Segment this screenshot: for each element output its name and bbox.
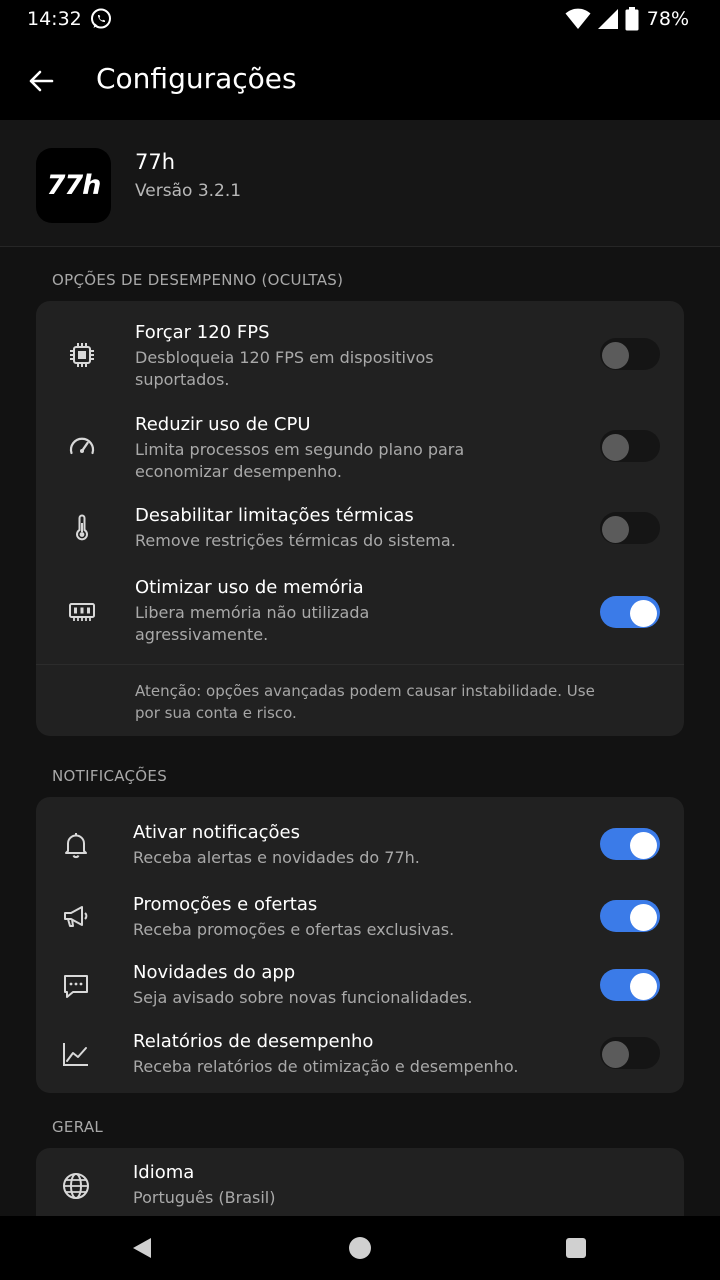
toggle-switch[interactable] [600, 430, 660, 462]
setting-description: Receba relatórios de otimização e desemp… [133, 1057, 519, 1076]
whatsapp-icon [91, 8, 111, 29]
speedometer-icon [69, 437, 95, 455]
nav-back-icon[interactable] [130, 1236, 154, 1260]
setting-description: Receba promoções e ofertas exclusivas. [133, 920, 455, 939]
toggle-switch[interactable] [600, 1037, 660, 1069]
megaphone-icon [64, 906, 88, 927]
battery-icon [625, 7, 639, 31]
setting-description: Libera memória não utilizada agressivame… [135, 603, 370, 644]
toggle-knob [630, 832, 657, 859]
setting-row-reduce-cpu[interactable]: Reduzir uso de CPU Limita processos em s… [36, 393, 684, 485]
memory-icon [69, 603, 95, 621]
toggle-switch[interactable] [600, 828, 660, 860]
divider [36, 664, 684, 665]
section-label-notifications: NOTIFICAÇÕES [52, 767, 168, 785]
section-label-general: GERAL [52, 1118, 104, 1136]
app-version: Versão 3.2.1 [135, 181, 242, 201]
setting-row-promotions[interactable]: Promoções e ofertas Receba promoções e o… [36, 875, 684, 945]
setting-title: Promoções e ofertas [133, 894, 318, 915]
toggle-switch[interactable] [600, 596, 660, 628]
toggle-knob [602, 516, 629, 543]
warning-text: Atenção: opções avançadas podem causar i… [135, 682, 595, 722]
setting-row-performance-reports[interactable]: Relatórios de desempenho Receba relatóri… [36, 1015, 684, 1093]
message-icon [64, 975, 88, 998]
cpu-chip-icon [70, 343, 94, 367]
status-time: 14:32 [27, 8, 82, 30]
globe-icon [63, 1173, 89, 1199]
arrow-left-icon[interactable] [26, 66, 56, 96]
setting-value: Português (Brasil) [133, 1188, 276, 1207]
setting-title: Ativar notificações [133, 822, 300, 843]
toggle-switch[interactable] [600, 900, 660, 932]
wifi-icon [565, 8, 591, 29]
setting-title: Relatórios de desempenho [133, 1031, 374, 1052]
setting-title: Forçar 120 FPS [135, 322, 270, 343]
toggle-knob [602, 434, 629, 461]
setting-title: Novidades do app [133, 962, 296, 983]
page-title: Configurações [96, 62, 297, 95]
nav-recents-icon[interactable] [566, 1238, 586, 1258]
setting-title: Idioma [133, 1162, 195, 1183]
nav-home-icon[interactable] [349, 1237, 371, 1259]
setting-row-language[interactable]: Idioma Português (Brasil) [36, 1148, 684, 1216]
app-logo: 77h [36, 148, 111, 223]
system-nav-bar [0, 1216, 720, 1280]
app-info-header: 77h 77h Versão 3.2.1 [0, 120, 720, 247]
setting-row-enable-notifications[interactable]: Ativar notificações Receba alertas e nov… [36, 797, 684, 875]
notifications-card: Ativar notificações Receba alertas e nov… [36, 797, 684, 1093]
setting-row-force-120fps[interactable]: Forçar 120 FPS Desbloqueia 120 FPS em di… [36, 301, 684, 393]
setting-title: Desabilitar limitações térmicas [135, 505, 414, 526]
setting-row-app-news[interactable]: Novidades do app Seja avisado sobre nova… [36, 945, 684, 1015]
status-icons: 78% [565, 7, 689, 31]
toggle-knob [602, 1041, 629, 1068]
battery-percent: 78% [646, 8, 689, 30]
chart-line-icon [63, 1043, 88, 1066]
setting-description: Receba alertas e novidades do 77h. [133, 848, 420, 867]
toggle-switch[interactable] [600, 512, 660, 544]
setting-title: Otimizar uso de memória [135, 577, 364, 598]
status-bar: 14:32 78% [0, 0, 720, 40]
setting-description: Desbloqueia 120 FPS em dispositivos supo… [135, 348, 434, 389]
toggle-knob [630, 600, 657, 627]
toggle-knob [630, 973, 657, 1000]
bell-icon [65, 833, 87, 859]
app-bar: Configurações [0, 40, 720, 120]
toggle-switch[interactable] [600, 969, 660, 1001]
performance-card: Forçar 120 FPS Desbloqueia 120 FPS em di… [36, 301, 684, 736]
toggle-switch[interactable] [600, 338, 660, 370]
toggle-knob [602, 342, 629, 369]
app-name: 77h [135, 150, 176, 174]
thermometer-icon [76, 514, 88, 541]
setting-row-disable-thermal[interactable]: Desabilitar limitações térmicas Remove r… [36, 485, 684, 555]
section-label-performance: OPÇÕES DE DESEMPENNO (OCULTAS) [52, 271, 344, 289]
toggle-knob [630, 904, 657, 931]
setting-row-optimize-memory[interactable]: Otimizar uso de memória Libera memória n… [36, 555, 684, 663]
setting-description: Seja avisado sobre novas funcionalidades… [133, 988, 473, 1007]
setting-description: Remove restrições térmicas do sistema. [135, 531, 456, 550]
setting-description: Limita processos em segundo plano para e… [135, 440, 465, 481]
signal-icon [597, 9, 618, 29]
setting-title: Reduzir uso de CPU [135, 414, 311, 435]
